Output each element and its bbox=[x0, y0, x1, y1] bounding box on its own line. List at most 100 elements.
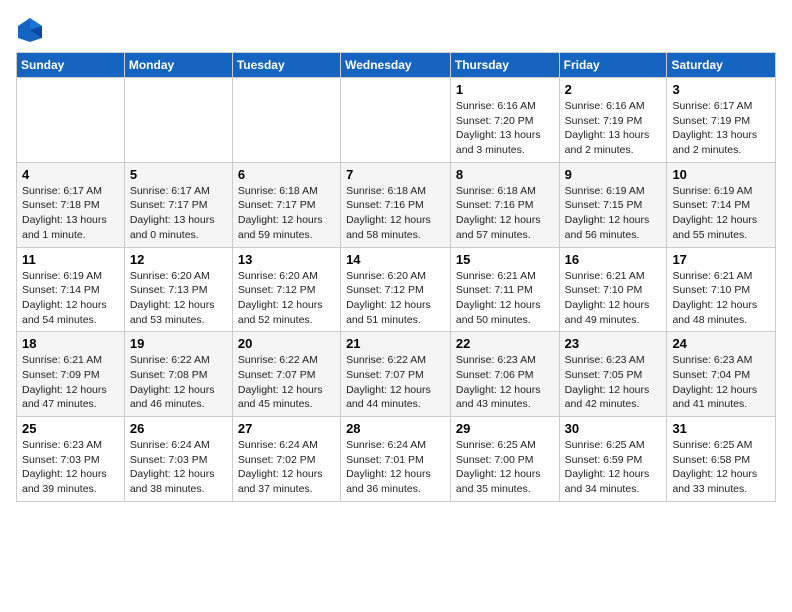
day-number: 8 bbox=[456, 167, 554, 182]
day-number: 25 bbox=[22, 421, 119, 436]
day-number: 14 bbox=[346, 252, 445, 267]
calendar-cell bbox=[124, 78, 232, 163]
calendar-cell: 24 Sunrise: 6:23 AM Sunset: 7:04 PM Dayli… bbox=[667, 332, 776, 417]
day-number: 28 bbox=[346, 421, 445, 436]
day-info: Sunrise: 6:24 AM Sunset: 7:01 PM Dayligh… bbox=[346, 438, 445, 497]
day-number: 7 bbox=[346, 167, 445, 182]
day-info: Sunrise: 6:25 AM Sunset: 6:58 PM Dayligh… bbox=[672, 438, 770, 497]
calendar-cell: 21 Sunrise: 6:22 AM Sunset: 7:07 PM Dayli… bbox=[341, 332, 451, 417]
day-info: Sunrise: 6:23 AM Sunset: 7:05 PM Dayligh… bbox=[565, 353, 662, 412]
day-number: 24 bbox=[672, 336, 770, 351]
calendar-cell: 14 Sunrise: 6:20 AM Sunset: 7:12 PM Dayli… bbox=[341, 247, 451, 332]
calendar-cell: 2 Sunrise: 6:16 AM Sunset: 7:19 PM Daylig… bbox=[559, 78, 667, 163]
day-info: Sunrise: 6:19 AM Sunset: 7:14 PM Dayligh… bbox=[672, 184, 770, 243]
day-number: 20 bbox=[238, 336, 335, 351]
day-number: 21 bbox=[346, 336, 445, 351]
calendar-cell: 30 Sunrise: 6:25 AM Sunset: 6:59 PM Dayli… bbox=[559, 417, 667, 502]
logo-icon bbox=[16, 16, 44, 44]
day-info: Sunrise: 6:25 AM Sunset: 7:00 PM Dayligh… bbox=[456, 438, 554, 497]
day-info: Sunrise: 6:21 AM Sunset: 7:10 PM Dayligh… bbox=[672, 269, 770, 328]
day-number: 27 bbox=[238, 421, 335, 436]
day-number: 11 bbox=[22, 252, 119, 267]
day-number: 17 bbox=[672, 252, 770, 267]
day-number: 22 bbox=[456, 336, 554, 351]
day-number: 3 bbox=[672, 82, 770, 97]
calendar-cell: 28 Sunrise: 6:24 AM Sunset: 7:01 PM Dayli… bbox=[341, 417, 451, 502]
calendar-cell: 4 Sunrise: 6:17 AM Sunset: 7:18 PM Daylig… bbox=[17, 162, 125, 247]
calendar-cell: 11 Sunrise: 6:19 AM Sunset: 7:14 PM Dayli… bbox=[17, 247, 125, 332]
calendar-cell: 27 Sunrise: 6:24 AM Sunset: 7:02 PM Dayli… bbox=[232, 417, 340, 502]
page-header bbox=[16, 16, 776, 44]
day-info: Sunrise: 6:23 AM Sunset: 7:04 PM Dayligh… bbox=[672, 353, 770, 412]
day-number: 15 bbox=[456, 252, 554, 267]
week-row-4: 18 Sunrise: 6:21 AM Sunset: 7:09 PM Dayli… bbox=[17, 332, 776, 417]
calendar-cell: 13 Sunrise: 6:20 AM Sunset: 7:12 PM Dayli… bbox=[232, 247, 340, 332]
day-number: 31 bbox=[672, 421, 770, 436]
day-number: 30 bbox=[565, 421, 662, 436]
day-info: Sunrise: 6:22 AM Sunset: 7:08 PM Dayligh… bbox=[130, 353, 227, 412]
day-info: Sunrise: 6:25 AM Sunset: 6:59 PM Dayligh… bbox=[565, 438, 662, 497]
day-info: Sunrise: 6:23 AM Sunset: 7:03 PM Dayligh… bbox=[22, 438, 119, 497]
day-number: 12 bbox=[130, 252, 227, 267]
day-info: Sunrise: 6:21 AM Sunset: 7:10 PM Dayligh… bbox=[565, 269, 662, 328]
calendar-cell: 3 Sunrise: 6:17 AM Sunset: 7:19 PM Daylig… bbox=[667, 78, 776, 163]
calendar-cell: 22 Sunrise: 6:23 AM Sunset: 7:06 PM Dayli… bbox=[450, 332, 559, 417]
col-header-monday: Monday bbox=[124, 53, 232, 78]
calendar-cell bbox=[232, 78, 340, 163]
week-row-5: 25 Sunrise: 6:23 AM Sunset: 7:03 PM Dayli… bbox=[17, 417, 776, 502]
day-number: 6 bbox=[238, 167, 335, 182]
day-info: Sunrise: 6:20 AM Sunset: 7:12 PM Dayligh… bbox=[346, 269, 445, 328]
day-info: Sunrise: 6:18 AM Sunset: 7:16 PM Dayligh… bbox=[456, 184, 554, 243]
calendar-cell: 1Sunrise: 6:16 AM Sunset: 7:20 PM Daylig… bbox=[450, 78, 559, 163]
calendar-cell bbox=[341, 78, 451, 163]
day-info: Sunrise: 6:24 AM Sunset: 7:02 PM Dayligh… bbox=[238, 438, 335, 497]
week-row-2: 4 Sunrise: 6:17 AM Sunset: 7:18 PM Daylig… bbox=[17, 162, 776, 247]
calendar-cell: 19 Sunrise: 6:22 AM Sunset: 7:08 PM Dayli… bbox=[124, 332, 232, 417]
day-number: 18 bbox=[22, 336, 119, 351]
col-header-wednesday: Wednesday bbox=[341, 53, 451, 78]
day-number: 13 bbox=[238, 252, 335, 267]
day-number: 5 bbox=[130, 167, 227, 182]
calendar-cell bbox=[17, 78, 125, 163]
col-header-sunday: Sunday bbox=[17, 53, 125, 78]
calendar-cell: 26Sunrise: 6:24 AM Sunset: 7:03 PM Dayli… bbox=[124, 417, 232, 502]
calendar-cell: 7Sunrise: 6:18 AM Sunset: 7:16 PM Daylig… bbox=[341, 162, 451, 247]
calendar-cell: 5 Sunrise: 6:17 AM Sunset: 7:17 PM Daylig… bbox=[124, 162, 232, 247]
day-number: 16 bbox=[565, 252, 662, 267]
day-number: 23 bbox=[565, 336, 662, 351]
calendar-cell: 6Sunrise: 6:18 AM Sunset: 7:17 PM Daylig… bbox=[232, 162, 340, 247]
day-number: 2 bbox=[565, 82, 662, 97]
day-info: Sunrise: 6:20 AM Sunset: 7:13 PM Dayligh… bbox=[130, 269, 227, 328]
day-number: 9 bbox=[565, 167, 662, 182]
calendar-cell: 8 Sunrise: 6:18 AM Sunset: 7:16 PM Daylig… bbox=[450, 162, 559, 247]
col-header-saturday: Saturday bbox=[667, 53, 776, 78]
day-info: Sunrise: 6:23 AM Sunset: 7:06 PM Dayligh… bbox=[456, 353, 554, 412]
calendar-cell: 15 Sunrise: 6:21 AM Sunset: 7:11 PM Dayli… bbox=[450, 247, 559, 332]
calendar-cell: 12 Sunrise: 6:20 AM Sunset: 7:13 PM Dayli… bbox=[124, 247, 232, 332]
day-info: Sunrise: 6:22 AM Sunset: 7:07 PM Dayligh… bbox=[346, 353, 445, 412]
col-header-friday: Friday bbox=[559, 53, 667, 78]
day-info: Sunrise: 6:21 AM Sunset: 7:09 PM Dayligh… bbox=[22, 353, 119, 412]
calendar-cell: 17 Sunrise: 6:21 AM Sunset: 7:10 PM Dayli… bbox=[667, 247, 776, 332]
day-info: Sunrise: 6:19 AM Sunset: 7:15 PM Dayligh… bbox=[565, 184, 662, 243]
calendar-table: SundayMondayTuesdayWednesdayThursdayFrid… bbox=[16, 52, 776, 502]
calendar-cell: 29 Sunrise: 6:25 AM Sunset: 7:00 PM Dayli… bbox=[450, 417, 559, 502]
day-number: 29 bbox=[456, 421, 554, 436]
day-info: Sunrise: 6:17 AM Sunset: 7:18 PM Dayligh… bbox=[22, 184, 119, 243]
day-number: 1 bbox=[456, 82, 554, 97]
logo bbox=[16, 16, 48, 44]
calendar-cell: 10Sunrise: 6:19 AM Sunset: 7:14 PM Dayli… bbox=[667, 162, 776, 247]
day-info: Sunrise: 6:21 AM Sunset: 7:11 PM Dayligh… bbox=[456, 269, 554, 328]
day-info: Sunrise: 6:16 AM Sunset: 7:19 PM Dayligh… bbox=[565, 99, 662, 158]
day-info: Sunrise: 6:24 AM Sunset: 7:03 PM Dayligh… bbox=[130, 438, 227, 497]
day-number: 19 bbox=[130, 336, 227, 351]
day-info: Sunrise: 6:19 AM Sunset: 7:14 PM Dayligh… bbox=[22, 269, 119, 328]
col-header-thursday: Thursday bbox=[450, 53, 559, 78]
day-info: Sunrise: 6:17 AM Sunset: 7:19 PM Dayligh… bbox=[672, 99, 770, 158]
day-info: Sunrise: 6:20 AM Sunset: 7:12 PM Dayligh… bbox=[238, 269, 335, 328]
calendar-cell: 20 Sunrise: 6:22 AM Sunset: 7:07 PM Dayli… bbox=[232, 332, 340, 417]
day-number: 4 bbox=[22, 167, 119, 182]
day-info: Sunrise: 6:17 AM Sunset: 7:17 PM Dayligh… bbox=[130, 184, 227, 243]
week-row-1: 1Sunrise: 6:16 AM Sunset: 7:20 PM Daylig… bbox=[17, 78, 776, 163]
day-info: Sunrise: 6:22 AM Sunset: 7:07 PM Dayligh… bbox=[238, 353, 335, 412]
